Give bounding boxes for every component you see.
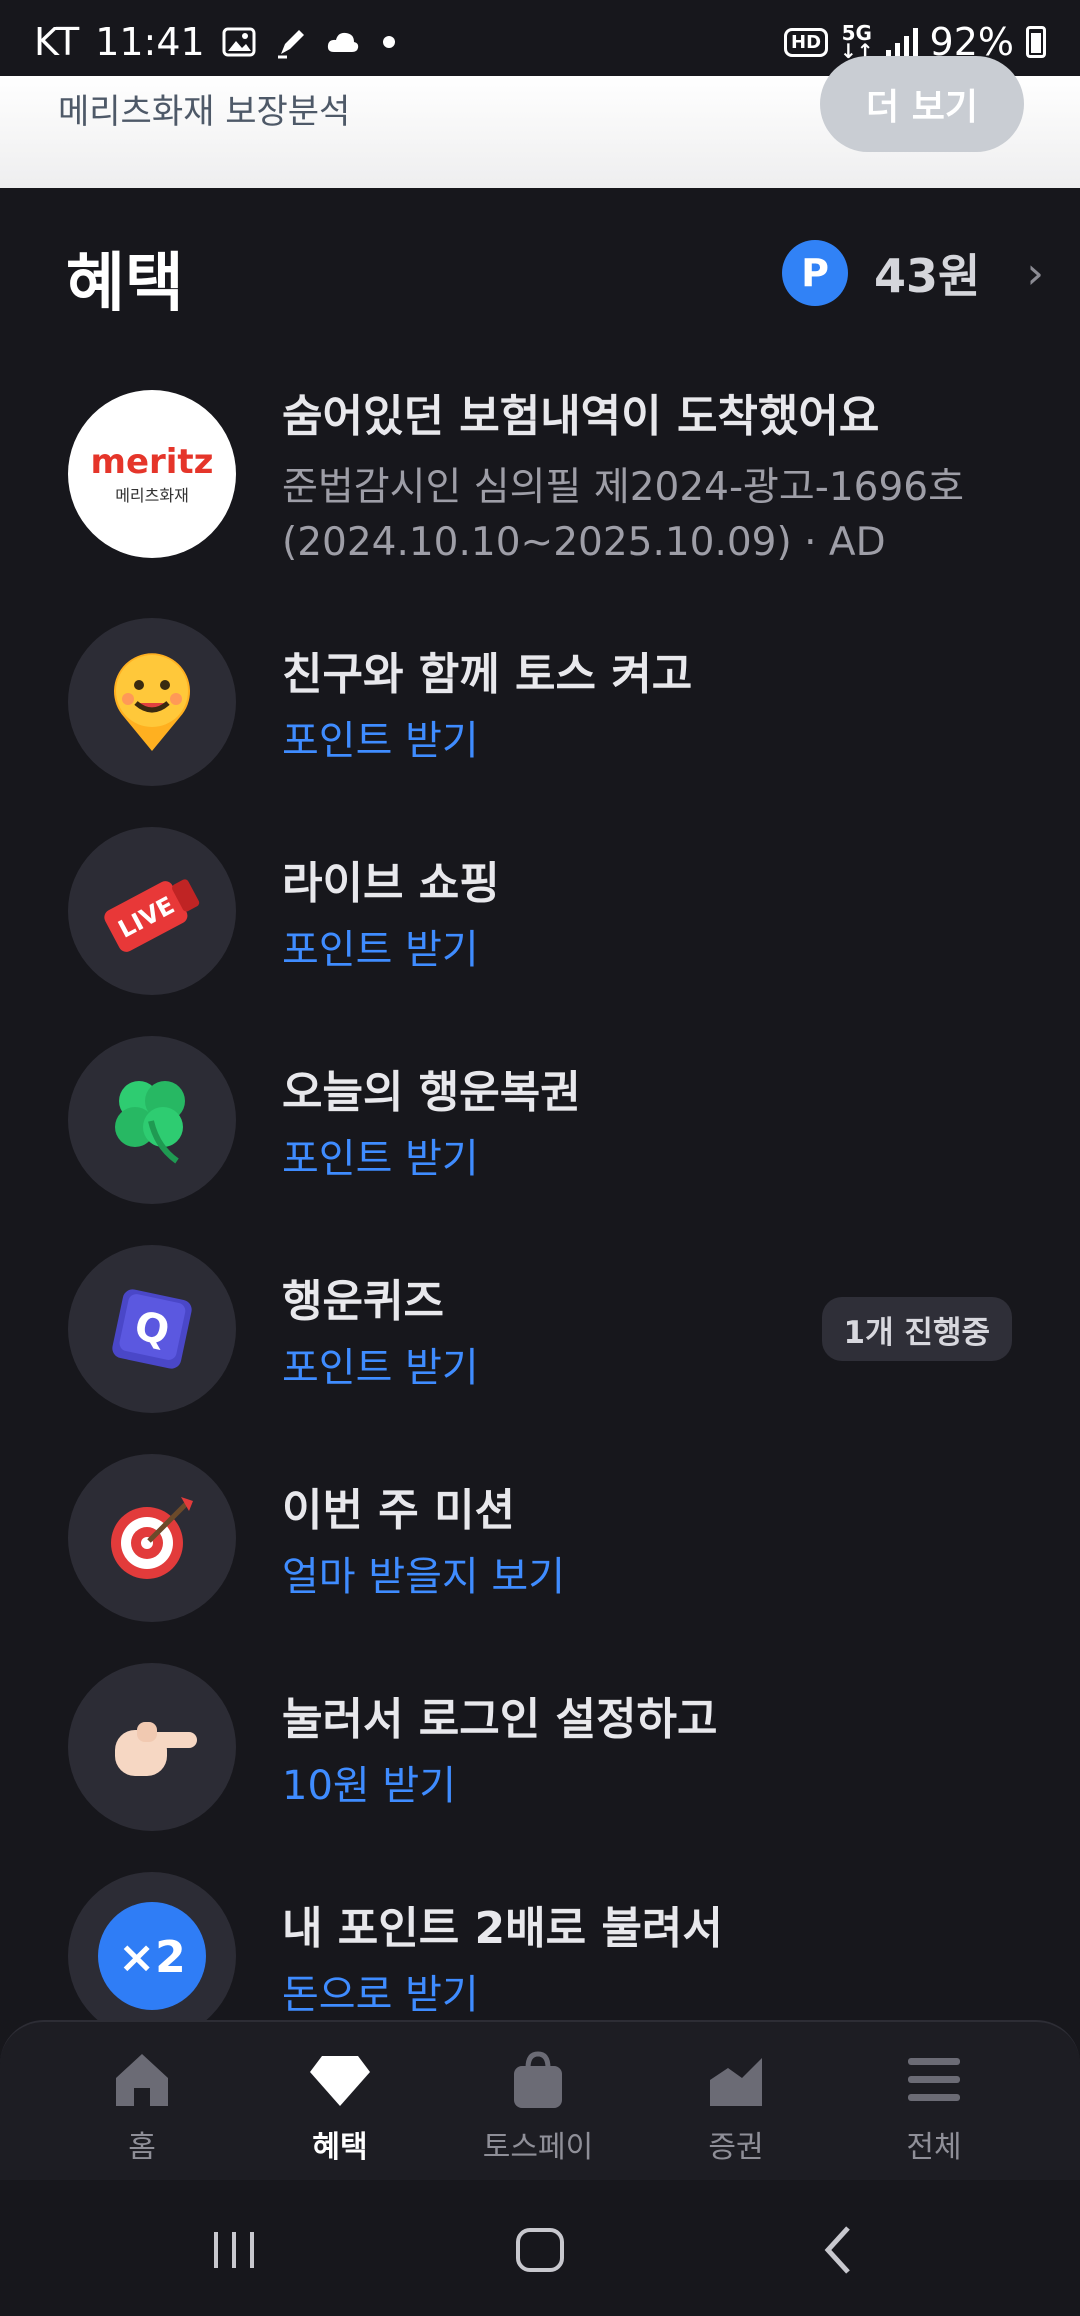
item-subtitle: 10원 받기 xyxy=(282,1763,457,1809)
status-left: KT 11:41 xyxy=(34,20,395,64)
list-item-weekly-mission[interactable]: 이번 주 미션 얼마 받을지 보기 xyxy=(0,1454,1080,1622)
system-navigation-bar xyxy=(0,2180,1080,2316)
nav-stocks-label: 증권 xyxy=(708,2130,764,2165)
nav-benefits-label: 혜택 xyxy=(312,2130,368,2165)
item-title: 숨어있던 보험내역이 도착했어요 xyxy=(282,391,880,442)
x2-coin-icon: ×2 xyxy=(68,1872,236,2020)
quiz-cube-icon: Q xyxy=(68,1245,236,1413)
nav-benefits[interactable]: 혜택 xyxy=(270,2048,410,2166)
more-notifications-dot xyxy=(382,36,395,48)
network-type-icon: 5G ↓↑ xyxy=(840,21,874,63)
list-item-lucky-quiz[interactable]: Q 행운퀴즈 포인트 받기 1개 진행중 xyxy=(0,1245,1080,1413)
shopping-bag-icon xyxy=(514,2051,562,2108)
home-button-icon[interactable] xyxy=(510,2220,570,2280)
signal-icon xyxy=(885,26,918,58)
insurance-analysis-label: 메리츠화재 보장분석 xyxy=(58,92,351,132)
list-item-meritz-ad[interactable]: meritz 메리츠화재 숨어있던 보험내역이 도착했어요 준법감시인 심의필 … xyxy=(0,380,1080,580)
item-title: 행운퀴즈 xyxy=(282,1276,444,1327)
meritz-logo: meritz 메리츠화재 xyxy=(68,390,236,558)
smiley-pin-icon xyxy=(68,618,236,786)
item-subtitle: 포인트 받기 xyxy=(282,718,479,764)
chart-icon xyxy=(710,2058,762,2106)
benefits-title: 혜택 xyxy=(66,247,184,321)
live-megaphone-icon: LIVE xyxy=(68,827,236,995)
item-title: 내 포인트 2배로 불려서 xyxy=(282,1903,723,1954)
nav-home[interactable]: 홈 xyxy=(72,2048,212,2166)
ad-disclaimer-line1: 준법감시인 심의필 제2024-광고-1696호 xyxy=(282,465,965,510)
menu-icon xyxy=(908,2058,960,2101)
recent-apps-icon[interactable] xyxy=(204,2220,264,2280)
battery-icon xyxy=(1026,26,1046,58)
list-item-double-points[interactable]: ×2 내 포인트 2배로 불려서 돈으로 받기 xyxy=(0,1872,1080,2020)
nav-home-label: 홈 xyxy=(128,2130,156,2165)
list-item-login-setup[interactable]: 눌러서 로그인 설정하고 10원 받기 xyxy=(0,1663,1080,1831)
nav-tosspay[interactable]: 토스페이 xyxy=(468,2048,608,2166)
list-item-lucky-lottery[interactable]: 오늘의 행운복권 포인트 받기 xyxy=(0,1036,1080,1204)
nav-all[interactable]: 전체 xyxy=(864,2048,1004,2166)
nav-stocks[interactable]: 증권 xyxy=(666,2048,806,2166)
item-title: 눌러서 로그인 설정하고 xyxy=(282,1694,718,1745)
chevron-right-icon: › xyxy=(1026,247,1044,299)
item-title: 라이브 쇼핑 xyxy=(282,858,500,909)
nav-tosspay-label: 토스페이 xyxy=(482,2130,594,2165)
x2-label: ×2 xyxy=(118,1932,185,1983)
item-subtitle: 포인트 받기 xyxy=(282,1345,479,1391)
item-subtitle: 돈으로 받기 xyxy=(282,1972,479,2018)
target-icon xyxy=(68,1454,236,1622)
pointing-hand-icon xyxy=(68,1663,236,1831)
clock: 11:41 xyxy=(95,20,205,64)
item-title: 이번 주 미션 xyxy=(282,1485,516,1536)
points-amount: 43원 xyxy=(874,249,981,303)
hd-voice-icon: HD xyxy=(784,27,829,57)
item-subtitle: 얼마 받을지 보기 xyxy=(282,1554,566,1600)
network-type-label: 5G xyxy=(841,21,872,45)
carrier-label: KT xyxy=(34,20,80,64)
bottom-navigation: 홈 혜택 토스페이 증권 전체 xyxy=(0,2020,1080,2180)
cloud-icon xyxy=(327,32,358,52)
points-summary[interactable]: P 43원 › xyxy=(782,240,1044,306)
ad-disclaimer-line2: (2024.10.10~2025.10.09) · AD xyxy=(282,520,886,565)
gallery-icon xyxy=(222,27,256,57)
edit-notification-icon xyxy=(277,30,304,59)
home-icon xyxy=(116,2054,168,2106)
item-title: 친구와 함께 토스 켜고 xyxy=(282,649,693,700)
back-icon[interactable] xyxy=(810,2220,870,2280)
list-item-friends[interactable]: 친구와 함께 토스 켜고 포인트 받기 xyxy=(0,618,1080,786)
points-icon: P xyxy=(782,240,849,306)
nav-all-label: 전체 xyxy=(906,2130,962,2165)
gem-icon xyxy=(310,2056,370,2106)
meritz-logo-text: meritz xyxy=(90,442,214,482)
meritz-logo-mark: meritz 메리츠화재 xyxy=(91,442,214,506)
meritz-logo-sub: 메리츠화재 xyxy=(115,486,189,505)
more-button[interactable]: 더 보기 xyxy=(820,56,1024,152)
status-badge: 1개 진행중 xyxy=(821,1297,1012,1361)
list-item-live-shopping[interactable]: LIVE 라이브 쇼핑 포인트 받기 xyxy=(0,827,1080,995)
clover-icon xyxy=(68,1036,236,1204)
item-subtitle: 포인트 받기 xyxy=(282,927,479,973)
insurance-analysis-card[interactable]: 메리츠화재 보장분석 더 보기 xyxy=(0,56,1080,188)
item-title: 오늘의 행운복권 xyxy=(282,1067,581,1118)
item-subtitle: 포인트 받기 xyxy=(282,1136,479,1182)
